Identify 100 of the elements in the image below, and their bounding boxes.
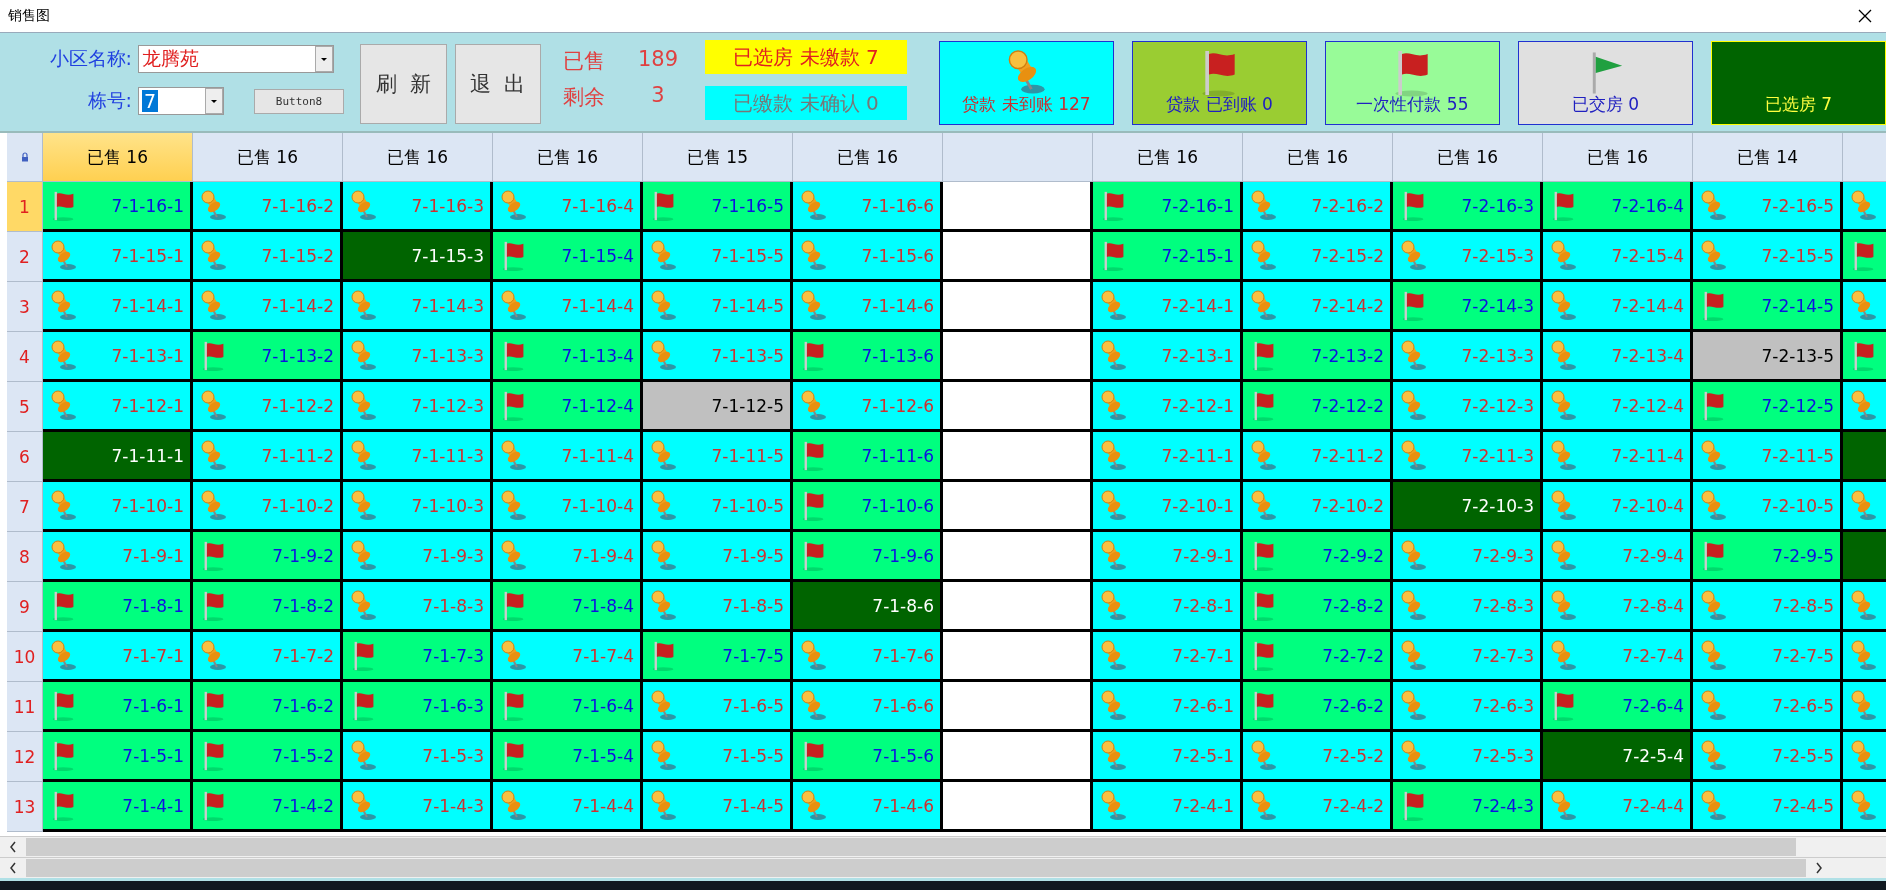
- unit-cell[interactable]: 7-2-8-2: [1243, 582, 1393, 632]
- unit-cell[interactable]: 7-2-16-5: [1693, 182, 1843, 232]
- button[interactable]: Button8: [254, 88, 344, 114]
- row-header[interactable]: 5: [7, 382, 43, 432]
- unit-cell[interactable]: 7-2-10-2: [1243, 482, 1393, 532]
- unit-cell[interactable]: 7-2-15-2: [1243, 232, 1393, 282]
- unit-cell[interactable]: 7-2-7-5: [1693, 632, 1843, 682]
- scrollbar-thumb[interactable]: [26, 859, 1806, 877]
- unit-cell[interactable]: 7-1-7-4: [493, 632, 643, 682]
- unit-cell[interactable]: 7-1-8-1: [43, 582, 193, 632]
- unit-cell[interactable]: 7-1-5-6: [793, 732, 943, 782]
- unit-cell[interactable]: 7-1-7-2: [193, 632, 343, 682]
- unit-cell[interactable]: 7-1-13-5: [643, 332, 793, 382]
- unit-cell[interactable]: 7-2-7-4: [1543, 632, 1693, 682]
- unit-cell[interactable]: 7-2-13-2: [1243, 332, 1393, 382]
- unit-cell[interactable]: 7-1-4-1: [43, 782, 193, 832]
- unit-cell[interactable]: 7-1-14-4: [493, 282, 643, 332]
- unit-cell[interactable]: 7-2-6-3: [1393, 682, 1543, 732]
- unit-cell[interactable]: 7-2-7-3: [1393, 632, 1543, 682]
- row-header[interactable]: 12: [7, 732, 43, 782]
- unit-cell[interactable]: 7-1-10-5: [643, 482, 793, 532]
- unit-cell[interactable]: 7-2-14-4: [1543, 282, 1693, 332]
- unit-cell[interactable]: 7-2-9-5: [1693, 532, 1843, 582]
- row-header[interactable]: 6: [7, 432, 43, 482]
- unit-cell[interactable]: 7-2-14-1: [1093, 282, 1243, 332]
- unit-cell[interactable]: 7-2-4-1: [1093, 782, 1243, 832]
- unit-cell[interactable]: 7-1-15-2: [193, 232, 343, 282]
- community-dropdown[interactable]: 龙腾苑: [138, 45, 334, 73]
- unit-cell[interactable]: 7-2-11-1: [1093, 432, 1243, 482]
- unit-cell[interactable]: 7-1-12-2: [193, 382, 343, 432]
- unit-cell[interactable]: 7-2-6-1: [1093, 682, 1243, 732]
- unit-cell[interactable]: 7-1-14-3: [343, 282, 493, 332]
- unit-cell[interactable]: 7-1-14-1: [43, 282, 193, 332]
- column-header[interactable]: 已售 16: [343, 133, 493, 182]
- unit-cell[interactable]: 7-1-5-4: [493, 732, 643, 782]
- horizontal-scrollbar[interactable]: [0, 857, 1886, 878]
- unit-cell[interactable]: 7-2-11-4: [1543, 432, 1693, 482]
- unit-cell[interactable]: 7-2-8-5: [1693, 582, 1843, 632]
- unit-cell[interactable]: 7-2-4-5: [1693, 782, 1843, 832]
- unit-cell[interactable]: 7-2-6-5: [1693, 682, 1843, 732]
- unit-cell[interactable]: 7-1-8-4: [493, 582, 643, 632]
- unit-cell[interactable]: 7-2-4-3: [1393, 782, 1543, 832]
- unit-cell[interactable]: 7-1-14-5: [643, 282, 793, 332]
- unit-cell[interactable]: 7-2-13-5: [1693, 332, 1843, 382]
- unit-cell[interactable]: 7-2-12-1: [1093, 382, 1243, 432]
- unit-cell[interactable]: 7-1-10-1: [43, 482, 193, 532]
- unit-cell[interactable]: 7-2-5-1: [1093, 732, 1243, 782]
- unit-cell[interactable]: 7-1-10-3: [343, 482, 493, 532]
- unit-cell[interactable]: 7-1-16-6: [793, 182, 943, 232]
- unit-cell[interactable]: 7-1-7-1: [43, 632, 193, 682]
- row-header[interactable]: 9: [7, 582, 43, 632]
- unit-cell[interactable]: 7-1-15-4: [493, 232, 643, 282]
- unit-cell[interactable]: 7-2-12-4: [1543, 382, 1693, 432]
- unit-cell[interactable]: 7-1-11-4: [493, 432, 643, 482]
- unit-cell[interactable]: 7-2-8-4: [1543, 582, 1693, 632]
- unit-cell[interactable]: 7-1-7-5: [643, 632, 793, 682]
- unit-cell[interactable]: 7-1-10-6: [793, 482, 943, 532]
- unit-cell[interactable]: 7-2-12-3: [1393, 382, 1543, 432]
- unit-cell[interactable]: 7-2-13-4: [1543, 332, 1693, 382]
- unit-cell[interactable]: 7-2-15-4: [1543, 232, 1693, 282]
- unit-cell[interactable]: 7-1-9-3: [343, 532, 493, 582]
- unit-cell[interactable]: 7-1-5-5: [643, 732, 793, 782]
- unit-cell[interactable]: 7-2-13-3: [1393, 332, 1543, 382]
- unit-cell[interactable]: 7-1-15-1: [43, 232, 193, 282]
- unit-cell[interactable]: 7-1-6-2: [193, 682, 343, 732]
- unit-cell[interactable]: 7-2-5-2: [1243, 732, 1393, 782]
- unit-cell[interactable]: 7-1-14-2: [193, 282, 343, 332]
- row-header[interactable]: 4: [7, 332, 43, 382]
- unit-cell[interactable]: 7-1-6-1: [43, 682, 193, 732]
- unit-cell[interactable]: 7-2-6-4: [1543, 682, 1693, 732]
- unit-cell[interactable]: 7-2-14-3: [1393, 282, 1543, 332]
- unit-cell[interactable]: 7-1-11-1: [43, 432, 193, 482]
- unit-cell[interactable]: 7-1-12-6: [793, 382, 943, 432]
- column-header[interactable]: 已售 16: [43, 133, 193, 182]
- unit-cell[interactable]: 7-2-9-2: [1243, 532, 1393, 582]
- column-header[interactable]: 已售 15: [643, 133, 793, 182]
- row-header[interactable]: 11: [7, 682, 43, 732]
- unit-cell[interactable]: 7-2-16-4: [1543, 182, 1693, 232]
- unit-cell[interactable]: 7-1-15-6: [793, 232, 943, 282]
- unit-cell[interactable]: 7-2-15-1: [1093, 232, 1243, 282]
- unit-cell[interactable]: 7-2-5-5: [1693, 732, 1843, 782]
- unit-cell[interactable]: 7-1-15-3: [343, 232, 493, 282]
- unit-cell[interactable]: 7-1-12-5: [643, 382, 793, 432]
- unit-cell[interactable]: 7-2-7-1: [1093, 632, 1243, 682]
- unit-cell[interactable]: 7-1-13-2: [193, 332, 343, 382]
- unit-cell[interactable]: 7-1-8-6: [793, 582, 943, 632]
- unit-cell[interactable]: 7-1-8-3: [343, 582, 493, 632]
- column-header[interactable]: 已售 14: [1693, 133, 1843, 182]
- unit-cell[interactable]: 7-2-14-5: [1693, 282, 1843, 332]
- unit-cell[interactable]: 7-1-6-5: [643, 682, 793, 732]
- unit-cell[interactable]: 7-2-10-3: [1393, 482, 1543, 532]
- unit-cell[interactable]: 7-1-10-2: [193, 482, 343, 532]
- unit-cell[interactable]: 7-1-9-2: [193, 532, 343, 582]
- row-header[interactable]: 13: [7, 782, 43, 832]
- unit-cell[interactable]: 7-1-9-1: [43, 532, 193, 582]
- unit-cell[interactable]: 7-2-9-3: [1393, 532, 1543, 582]
- unit-cell[interactable]: 7-2-6-2: [1243, 682, 1393, 732]
- unit-cell[interactable]: 7-2-10-1: [1093, 482, 1243, 532]
- row-header[interactable]: 1: [7, 182, 43, 232]
- unit-cell[interactable]: 7-1-9-5: [643, 532, 793, 582]
